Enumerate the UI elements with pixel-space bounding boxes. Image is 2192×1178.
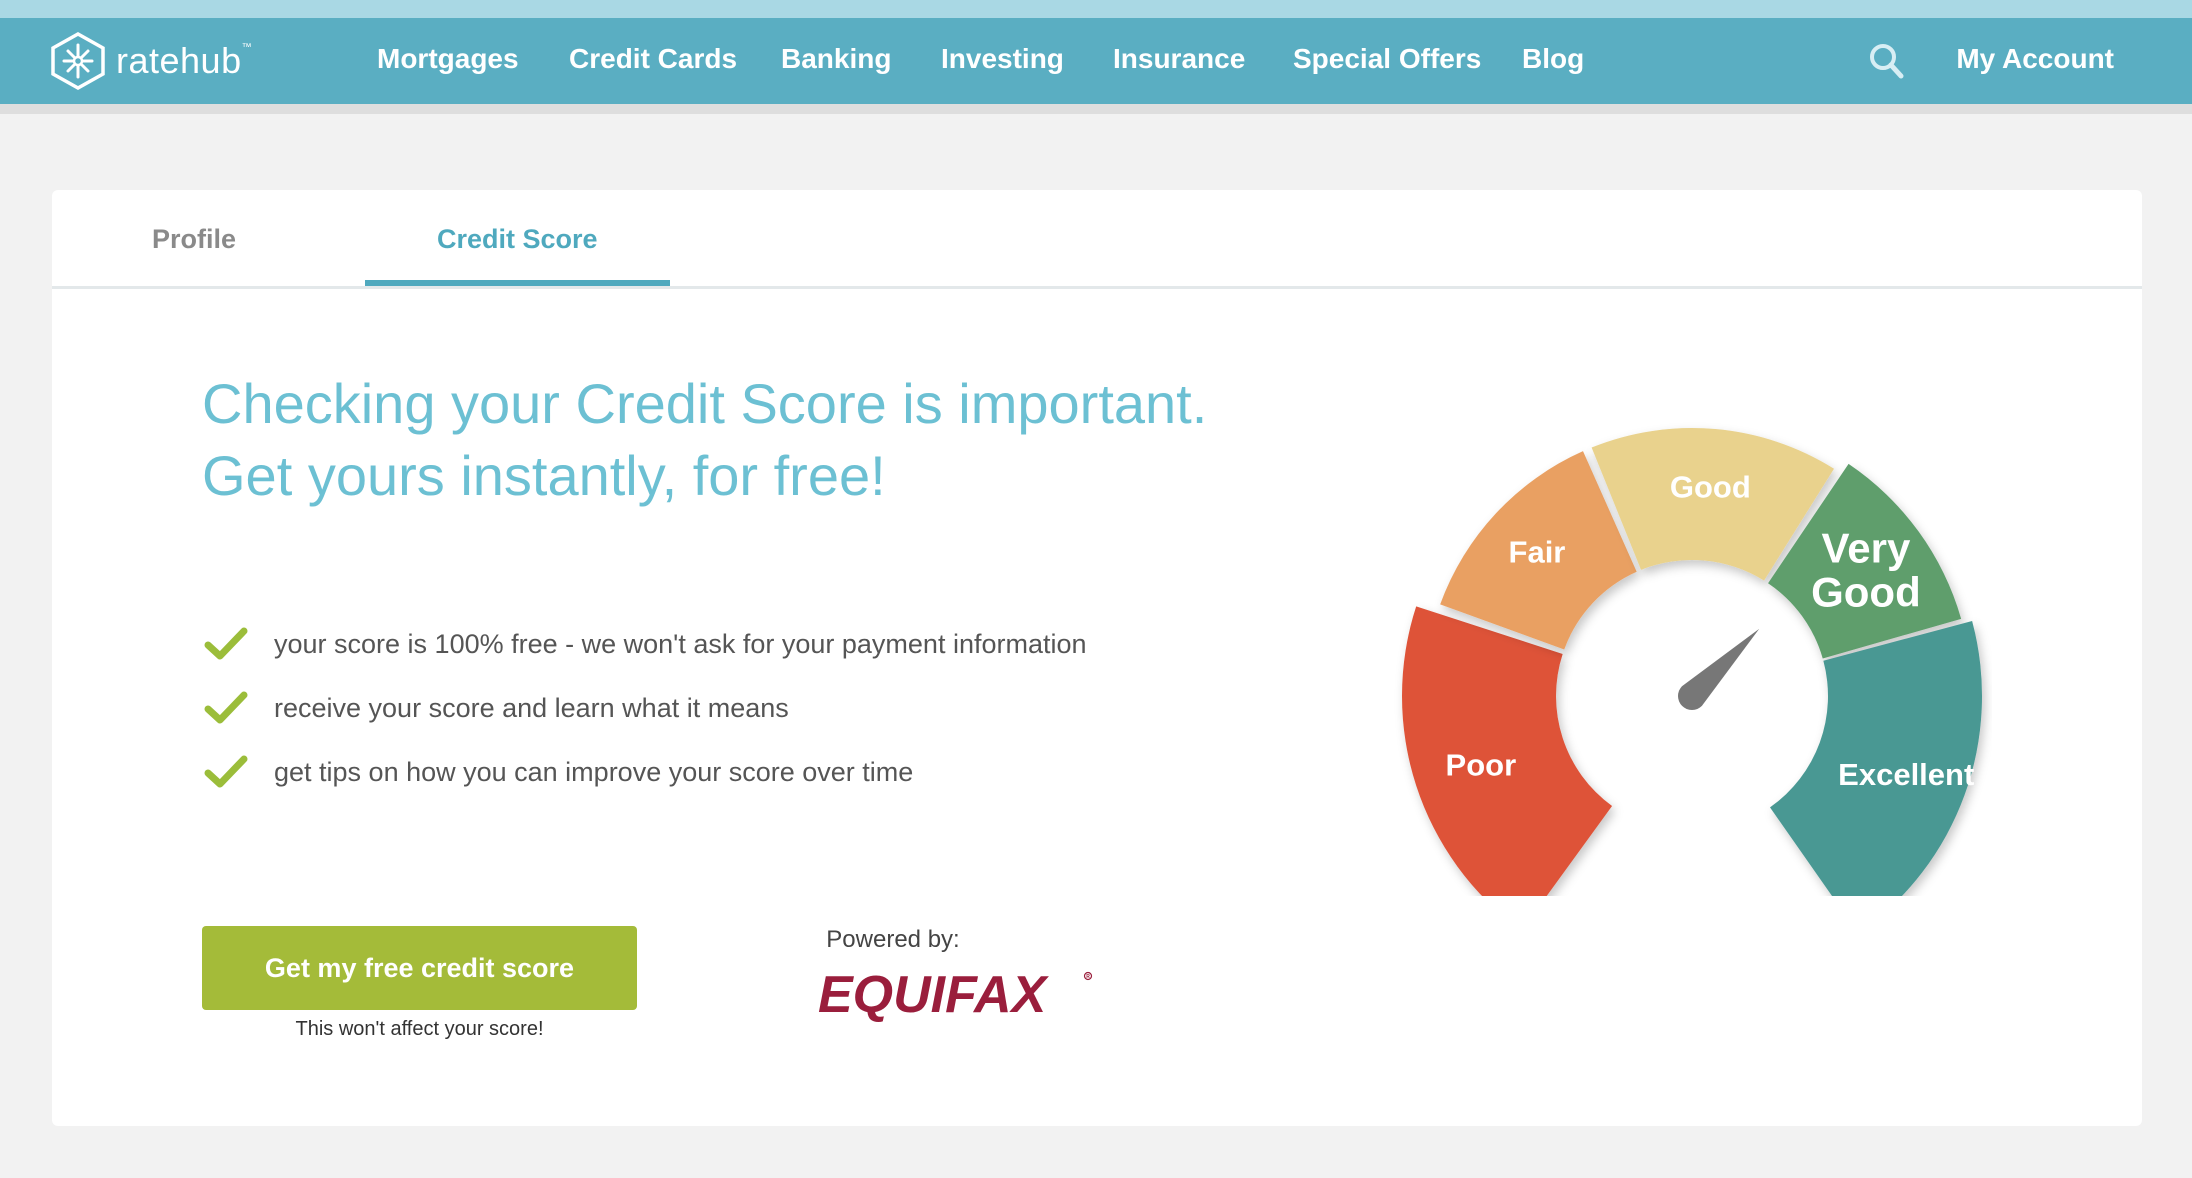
list-item: receive your score and learn what it mea…: [204, 676, 1087, 740]
credit-score-card: Profile Credit Score Checking your Credi…: [52, 190, 2142, 1126]
checkmark-icon: [204, 691, 248, 724]
equifax-logo: EQUIFAX R: [818, 966, 1093, 1024]
trademark-mark: ™: [241, 42, 253, 53]
site-header: ratehub™ Mortgages Credit Cards Banking …: [0, 18, 2192, 114]
credit-score-gauge: Poor Fair Good Very Good Excellent: [1402, 428, 1982, 896]
gauge-label-poor: Poor: [1446, 747, 1517, 782]
ratehub-logo[interactable]: ratehub™: [50, 30, 252, 92]
benefit-text: get tips on how you can improve your sco…: [274, 756, 914, 787]
powered-by-label: Powered by:: [826, 926, 960, 953]
page-headline: Checking your Credit Score is important.…: [202, 368, 1207, 512]
search-icon[interactable]: [1868, 42, 1904, 80]
tab-profile[interactable]: Profile: [152, 224, 236, 255]
active-tab-indicator: [365, 280, 670, 286]
tab-credit-score[interactable]: Credit Score: [437, 224, 598, 255]
nav-banking[interactable]: Banking: [781, 43, 891, 75]
nav-investing[interactable]: Investing: [941, 43, 1064, 75]
gauge-label-fair: Fair: [1509, 534, 1566, 569]
checkmark-icon: [204, 627, 248, 660]
benefits-list: your score is 100% free - we won't ask f…: [204, 612, 1087, 804]
get-free-credit-score-button[interactable]: Get my free credit score: [202, 926, 637, 1010]
nav-credit-cards[interactable]: Credit Cards: [569, 43, 737, 75]
ratehub-logo-icon: [51, 31, 105, 91]
nav-blog[interactable]: Blog: [1522, 43, 1584, 75]
nav-insurance[interactable]: Insurance: [1113, 43, 1245, 75]
gauge-label-good: Good: [1670, 470, 1751, 505]
top-accent-strip: [0, 0, 2192, 18]
brand-name: ratehub™: [116, 40, 253, 81]
my-account-link[interactable]: My Account: [1956, 43, 2114, 75]
headline-line-1: Checking your Credit Score is important.: [202, 372, 1208, 435]
checkmark-icon: [204, 755, 248, 788]
svg-text:EQUIFAX: EQUIFAX: [818, 966, 1050, 1024]
benefit-text: receive your score and learn what it mea…: [274, 692, 789, 723]
benefit-text: your score is 100% free - we won't ask f…: [274, 628, 1087, 659]
list-item: your score is 100% free - we won't ask f…: [204, 612, 1087, 676]
cta-disclaimer: This won't affect your score!: [295, 1018, 544, 1040]
nav-mortgages[interactable]: Mortgages: [377, 43, 519, 75]
tab-bar: Profile Credit Score: [52, 190, 2142, 289]
headline-line-2: Get yours instantly, for free!: [202, 444, 886, 507]
gauge-label-very-good: Very Good: [1811, 524, 1921, 615]
nav-special-offers[interactable]: Special Offers: [1293, 43, 1481, 75]
list-item: get tips on how you can improve your sco…: [204, 740, 1087, 804]
svg-text:R: R: [1086, 974, 1090, 980]
gauge-label-excellent: Excellent: [1838, 757, 1974, 792]
gauge-needle: [1677, 628, 1760, 711]
